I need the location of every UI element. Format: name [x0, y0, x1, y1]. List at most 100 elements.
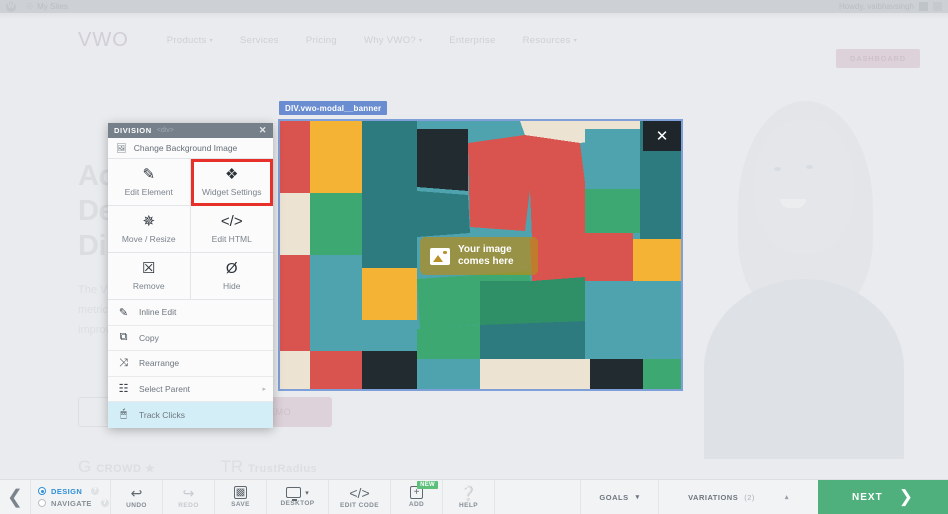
nav-item-enterprise[interactable]: Enterprise — [449, 35, 495, 46]
chevron-left-icon: ❮ — [7, 486, 23, 508]
menu-item-select-parent[interactable]: ☷ Select Parent ▸ — [108, 376, 273, 402]
help-question-icon[interactable]: ? — [100, 499, 109, 507]
mode-design[interactable]: DESIGN ? — [38, 487, 110, 496]
wordpress-admin-bar: W ☉ My Sites Howdy, vaibhavsingh — [0, 0, 948, 13]
nav-item-products[interactable]: Products ▾ — [167, 35, 213, 46]
chevron-down-icon: ▾ — [209, 37, 213, 44]
menu-item-copy[interactable]: ⧉ Copy — [108, 325, 273, 351]
nav-label: Services — [239, 34, 279, 46]
nav-item-resources[interactable]: Resources ▾ — [523, 35, 577, 46]
rearrange-icon: ⤨ — [119, 356, 128, 369]
toolbar-button-help[interactable]: ❔ HELP — [443, 480, 495, 514]
vwo-modal-banner[interactable]: ✕ Your image comes here — [278, 119, 683, 391]
menu-item-change-background-image[interactable]: 🖼 Change Background Image — [108, 138, 273, 159]
menu-item-edit-element[interactable]: ✎ Edit Element — [108, 159, 191, 206]
menu-item-widget-settings[interactable]: ❖ Widget Settings — [190, 159, 273, 206]
editor-toolbar: ❮ DESIGN ? NAVIGATE ? ↩ UNDO ↪ REDO ▩ SA… — [0, 479, 948, 514]
trustradius-mark: TR — [220, 457, 244, 476]
select-parent-icon: ☷ — [118, 383, 129, 396]
toolbar-button-label: HELP — [459, 501, 478, 509]
photo-eye-right — [806, 165, 813, 169]
toolbar-button-label: EDIT CODE — [340, 501, 379, 509]
edit-code-icon: </> — [349, 484, 370, 501]
mode-label: NAVIGATE — [51, 498, 92, 508]
undo-arrow-icon: ↩ — [130, 484, 143, 501]
nav-label: Pricing — [305, 34, 337, 46]
hide-eye-icon: Ø — [225, 260, 238, 277]
menu-item-label: Edit Element — [124, 187, 173, 197]
my-sites-menu[interactable]: ☉ My Sites — [26, 2, 68, 11]
placeholder-line-2: comes here — [458, 256, 514, 267]
mode-switcher: DESIGN ? NAVIGATE ? — [31, 480, 111, 514]
howdy-label[interactable]: Howdy, vaibhavsingh — [839, 2, 914, 11]
menu-item-label: Hide — [223, 281, 241, 291]
desktop-monitor-icon — [286, 487, 302, 501]
menu-item-edit-html[interactable]: </> Edit HTML — [190, 206, 273, 253]
site-navigation: VWO Products ▾ Services Pricing Why VWO?… — [0, 19, 948, 61]
toolbar-button-edit-code[interactable]: </> EDIT CODE — [329, 480, 391, 514]
new-badge: NEW — [417, 481, 438, 489]
element-context-menu[interactable]: DIVISION <div> ✕ 🖼 Change Background Ima… — [108, 123, 273, 428]
nav-item-pricing[interactable]: Pricing — [306, 35, 337, 46]
variations-label: VARIATIONS — [688, 492, 739, 502]
dashboard-button[interactable]: DASHBOARD — [836, 49, 920, 68]
next-button[interactable]: NEXT ❯ — [818, 480, 948, 514]
photo-face — [754, 119, 854, 254]
mode-navigate[interactable]: NAVIGATE ? — [38, 499, 110, 508]
brush-icon: ✎ — [118, 306, 129, 319]
radio-icon — [38, 487, 46, 495]
menu-item-inline-edit[interactable]: ✎ Inline Edit — [108, 300, 273, 326]
toolbar-button-redo[interactable]: ↪ REDO — [163, 480, 215, 514]
chevron-down-icon: ▾ — [573, 37, 578, 44]
nav-item-why-vwo[interactable]: Why VWO? ▾ — [364, 35, 422, 46]
menu-item-rearrange[interactable]: ⤨ Rearrange — [108, 351, 273, 377]
nav-label: Enterprise — [449, 34, 496, 46]
site-logo[interactable]: VWO — [78, 29, 129, 52]
menu-item-label: Edit HTML — [211, 234, 252, 244]
menu-item-label: Widget Settings — [201, 187, 262, 197]
menu-item-label: Select Parent — [139, 383, 191, 394]
code-icon: </> — [220, 213, 243, 230]
widget-grid-icon: ❖ — [225, 166, 239, 183]
move-resize-icon: ✵ — [142, 213, 156, 230]
close-icon[interactable]: ✕ — [259, 125, 267, 136]
save-icon: ▩ — [234, 486, 247, 499]
back-button[interactable]: ❮ — [0, 480, 31, 514]
toolbar-button-label: UNDO — [126, 501, 147, 509]
toolbar-button-label: SAVE — [231, 501, 250, 508]
nav-item-services[interactable]: Services — [240, 35, 279, 46]
context-menu-grid: ✎ Edit Element ❖ Widget Settings ✵ Move … — [108, 159, 273, 300]
menu-item-remove[interactable]: ☒ Remove — [108, 253, 191, 300]
selected-element-tag: DIV.vwo-modal__banner — [279, 101, 388, 115]
toolbar-button-desktop[interactable]: ▾ DESKTOP — [267, 480, 329, 514]
menu-item-hide[interactable]: Ø Hide — [190, 253, 273, 300]
mode-label: DESIGN — [51, 486, 83, 496]
toolbar-button-undo[interactable]: ↩ UNDO — [111, 480, 163, 514]
g2crowd-title: CROWD ★ — [96, 463, 156, 475]
help-question-icon: ❔ — [459, 484, 478, 501]
variations-dropdown[interactable]: VARIATIONS (2) ▴ — [658, 480, 818, 514]
chevron-down-icon: ▾ — [305, 489, 309, 497]
toolbar-button-save[interactable]: ▩ SAVE — [215, 480, 267, 514]
menu-item-track-clicks[interactable]: 🖱 Track Clicks — [108, 402, 273, 428]
wordpress-icon[interactable]: W — [6, 1, 16, 12]
toolbar-button-label: REDO — [178, 501, 199, 509]
modal-close-button[interactable]: ✕ — [643, 121, 681, 151]
image-icon — [430, 247, 450, 265]
chevron-up-icon: ▴ — [784, 494, 789, 501]
goals-dropdown[interactable]: GOALS ▾ — [580, 480, 658, 514]
menu-item-label: Change Background Image — [133, 143, 238, 153]
toolbar-button-add[interactable]: NEW + ADD — [391, 480, 443, 514]
admin-bar-extra — [933, 2, 942, 11]
nav-label: Why VWO? — [363, 34, 416, 46]
hero-person-photo — [686, 39, 936, 459]
redo-arrow-icon: ↪ — [182, 484, 195, 501]
copy-icon: ⧉ — [119, 331, 128, 344]
help-question-icon[interactable]: ? — [91, 487, 100, 495]
chevron-right-icon: ❯ — [898, 487, 914, 506]
menu-item-move-resize[interactable]: ✵ Move / Resize — [108, 206, 191, 253]
image-placeholder-widget[interactable]: Your image comes here — [420, 237, 538, 275]
chevron-down-icon: ▾ — [635, 494, 640, 501]
page-canvas[interactable]: VWO Products ▾ Services Pricing Why VWO?… — [0, 19, 948, 479]
